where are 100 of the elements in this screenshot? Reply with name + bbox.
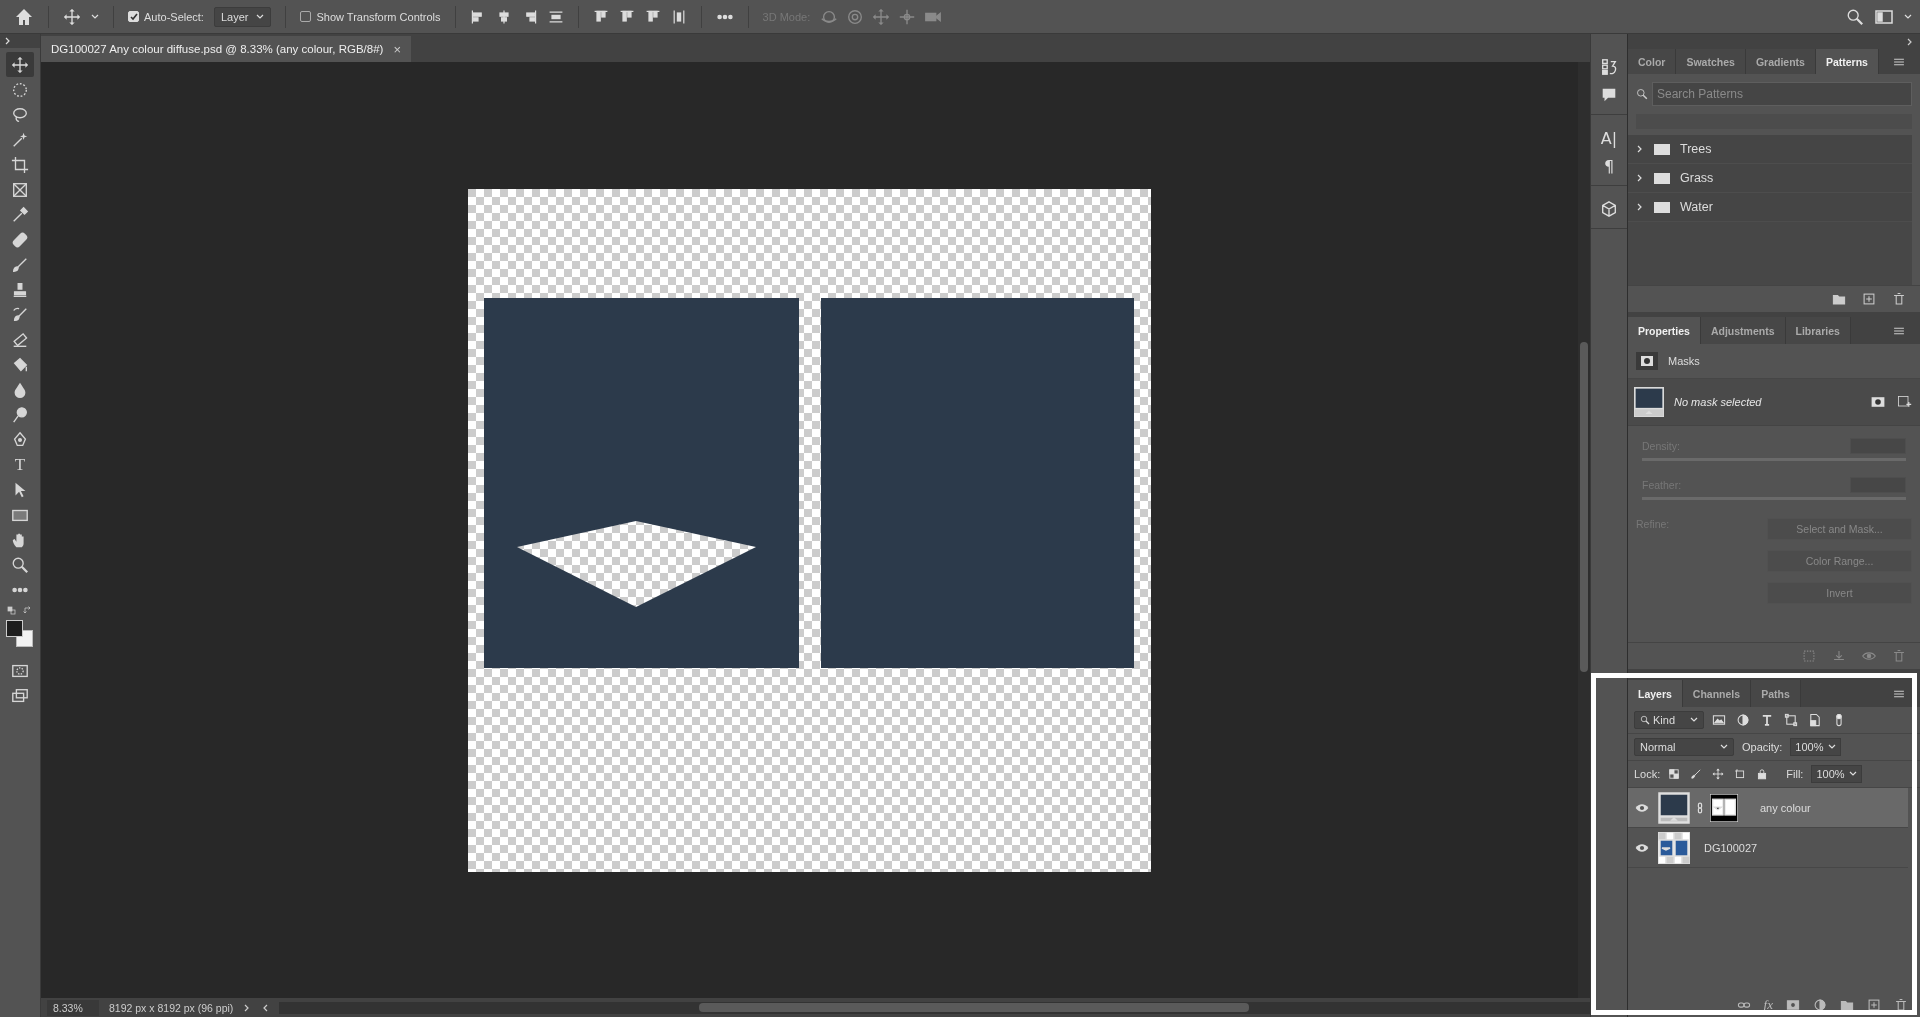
collapse-icon[interactable] bbox=[1906, 37, 1914, 46]
type-tool[interactable]: T bbox=[6, 452, 34, 477]
search-field[interactable]: Search Patterns bbox=[1652, 82, 1912, 107]
lock-label: Lock: bbox=[1634, 768, 1661, 780]
checkmark-icon bbox=[129, 12, 138, 21]
scroll-left-icon[interactable] bbox=[261, 1003, 270, 1012]
lock-transparency-icon[interactable] bbox=[1668, 768, 1681, 780]
add-mask-icon[interactable] bbox=[1786, 998, 1800, 1012]
panel-tab[interactable]: Color bbox=[1628, 49, 1677, 75]
lock-position-icon[interactable] bbox=[1712, 768, 1725, 780]
frame-icon bbox=[11, 180, 29, 199]
move-icon bbox=[11, 55, 29, 74]
panel-tab[interactable]: Properties bbox=[1628, 317, 1701, 344]
panel-tab[interactable]: Channels bbox=[1682, 680, 1752, 707]
fill-label: Fill: bbox=[1786, 768, 1804, 780]
section-title: Masks bbox=[1668, 355, 1700, 367]
default-colors-icon[interactable] bbox=[7, 606, 17, 616]
search-icon bbox=[1640, 715, 1650, 725]
document-tab[interactable]: DG100027 Any colour diffuse.psd @ 8.33% (any colour, RGB/8#) × bbox=[41, 36, 411, 62]
disclosure-icon[interactable] bbox=[1636, 145, 1644, 153]
panel-tab[interactable]: Swatches bbox=[1676, 49, 1746, 75]
caret-icon[interactable] bbox=[1904, 12, 1912, 21]
new-pattern-icon[interactable] bbox=[1862, 292, 1876, 306]
panel-tab[interactable]: Gradients bbox=[1745, 49, 1816, 75]
vector-mask-icon[interactable] bbox=[1896, 394, 1912, 410]
eraser-icon bbox=[11, 330, 29, 349]
align-icon[interactable] bbox=[618, 8, 635, 25]
trash-icon[interactable] bbox=[1894, 998, 1908, 1012]
disclosure-icon[interactable] bbox=[1636, 174, 1644, 182]
close-tab-button[interactable]: × bbox=[393, 41, 401, 57]
new-group-icon[interactable] bbox=[1840, 998, 1854, 1012]
expand-icon[interactable] bbox=[4, 37, 12, 45]
character-panel-button[interactable]: A| bbox=[1596, 127, 1622, 149]
panel-tab[interactable]: Libraries bbox=[1785, 317, 1851, 344]
zoom-icon bbox=[11, 555, 29, 574]
layer-thumbnail bbox=[1634, 387, 1664, 417]
screen-mode-icon bbox=[11, 686, 29, 705]
fill-field[interactable]: 100% bbox=[1811, 765, 1862, 783]
lock-pixels-icon[interactable] bbox=[1690, 768, 1703, 780]
new-group-icon[interactable] bbox=[1832, 292, 1846, 306]
stamp-icon bbox=[11, 280, 29, 299]
move-tool-icon[interactable] bbox=[63, 7, 81, 26]
layer-thumbnail bbox=[1658, 831, 1690, 864]
cube-icon bbox=[1600, 200, 1618, 218]
mask-status: No mask selected bbox=[1674, 396, 1763, 408]
folder-icon bbox=[1654, 201, 1670, 213]
color-swatches-icon[interactable] bbox=[6, 620, 34, 648]
dodge-icon bbox=[11, 405, 29, 424]
horizontal-scrollbar[interactable] bbox=[279, 1001, 1590, 1014]
adjustment-filter-icon[interactable] bbox=[1736, 713, 1750, 727]
auto-select-checkbox[interactable]: Auto-Select: bbox=[128, 10, 204, 23]
document-size: 8192 px x 8192 px (96 ppi) bbox=[109, 1001, 234, 1014]
adjustment-layer-icon[interactable] bbox=[1813, 998, 1827, 1012]
zoom-field[interactable]: 8.33% bbox=[47, 999, 99, 1016]
vertical-scrollbar[interactable] bbox=[1578, 62, 1590, 998]
search-icon[interactable] bbox=[1846, 7, 1864, 26]
wand-icon bbox=[11, 130, 29, 149]
paragraph-panel-button[interactable]: ¶ bbox=[1596, 155, 1622, 177]
align-icon[interactable] bbox=[592, 8, 609, 25]
panel-tab[interactable]: Patterns bbox=[1815, 49, 1879, 75]
caret-icon[interactable] bbox=[91, 12, 99, 21]
panel-tab[interactable]: Layers bbox=[1628, 680, 1683, 707]
filter-dropdown[interactable]: Kind bbox=[1634, 711, 1704, 729]
crop-icon bbox=[11, 155, 29, 174]
link-icon[interactable] bbox=[1696, 800, 1704, 815]
swap-colors-icon[interactable] bbox=[23, 606, 33, 616]
history-icon bbox=[1600, 58, 1618, 76]
more-icon bbox=[11, 586, 29, 593]
panel-tab[interactable]: Paths bbox=[1751, 680, 1801, 707]
pixel-mask-icon[interactable] bbox=[1870, 394, 1886, 410]
lock-artboard-icon[interactable] bbox=[1734, 768, 1747, 780]
folder-icon bbox=[1654, 143, 1670, 155]
lock-all-icon[interactable] bbox=[1756, 768, 1769, 780]
shape-filter-icon[interactable] bbox=[1784, 713, 1798, 727]
move-tool[interactable] bbox=[6, 52, 34, 77]
layer-name: any colour bbox=[1760, 801, 1811, 814]
caret-icon bbox=[1720, 743, 1728, 751]
type-filter-icon[interactable] bbox=[1760, 713, 1774, 727]
blend-mode-dropdown[interactable]: Normal bbox=[1634, 738, 1734, 756]
bucket-icon bbox=[11, 355, 29, 374]
new-layer-icon[interactable] bbox=[1867, 998, 1881, 1012]
disclosure-icon[interactable] bbox=[1636, 203, 1644, 211]
caret-icon bbox=[1690, 716, 1698, 724]
panel-tab[interactable]: Adjustments bbox=[1700, 317, 1786, 344]
opacity-label: Opacity: bbox=[1742, 741, 1783, 753]
home-icon[interactable] bbox=[14, 6, 34, 27]
opacity-field[interactable]: 100% bbox=[1790, 738, 1841, 756]
smart-object-filter-icon[interactable] bbox=[1808, 713, 1822, 727]
marquee-icon bbox=[11, 80, 29, 99]
mask-icon bbox=[1636, 352, 1658, 370]
layer-row[interactable]: any colour bbox=[1628, 788, 1908, 828]
lasso-icon bbox=[11, 105, 29, 124]
transform-controls-checkbox[interactable]: Show Transform Controls bbox=[300, 10, 441, 23]
image-filter-icon[interactable] bbox=[1712, 713, 1726, 727]
layer-thumbnail bbox=[1658, 791, 1690, 824]
layer-dropdown[interactable]: Layer bbox=[213, 6, 272, 27]
align-icon[interactable] bbox=[644, 8, 661, 25]
eyedropper-icon bbox=[11, 205, 29, 224]
pen-icon bbox=[11, 430, 29, 449]
trash-icon[interactable] bbox=[1892, 292, 1906, 306]
